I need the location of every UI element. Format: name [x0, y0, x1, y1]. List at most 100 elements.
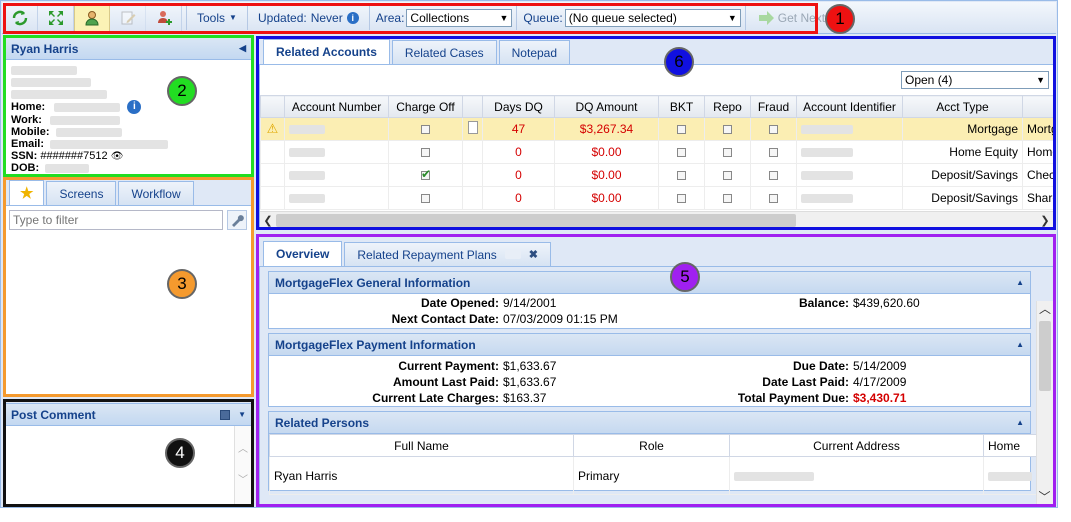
checkbox[interactable]	[723, 148, 732, 158]
collapse-icon[interactable]: ▲	[1016, 340, 1024, 349]
checkbox[interactable]	[677, 125, 686, 135]
area-select[interactable]: Collections ▼	[406, 8, 513, 27]
bkt-cell[interactable]	[658, 163, 705, 187]
wrench-icon[interactable]	[227, 210, 247, 230]
fraud-cell[interactable]	[750, 186, 797, 210]
scroll-up-icon[interactable]: ︿	[1037, 301, 1053, 317]
comment-textarea[interactable]	[5, 426, 233, 504]
column-header[interactable]: Days DQ	[482, 95, 555, 118]
collapse-left-icon[interactable]: ◀	[239, 43, 246, 54]
tab-workflow[interactable]: Workflow	[118, 181, 194, 205]
customer-button[interactable]	[74, 3, 110, 32]
status-filter-select[interactable]: Open (4) ▼	[901, 71, 1049, 89]
charge-off-cell[interactable]	[388, 186, 463, 210]
info-icon[interactable]: i	[346, 11, 359, 24]
add-contact-button[interactable]	[146, 3, 182, 32]
queue-select[interactable]: (No queue selected) ▼	[564, 8, 741, 27]
column-header[interactable]	[260, 95, 285, 118]
bkt-cell[interactable]	[658, 117, 705, 141]
repo-cell[interactable]	[704, 163, 751, 187]
scroll-down-icon[interactable]: ﹀	[235, 471, 251, 486]
tab-related-cases[interactable]: Related Cases	[391, 40, 497, 64]
payment-info-header[interactable]: MortgageFlex Payment Information ▲	[269, 334, 1030, 356]
tab-related-repayment-plans[interactable]: Related Repayment Plans ✖	[344, 242, 552, 266]
checkbox[interactable]	[769, 125, 778, 135]
get-next-button[interactable]: Get Next	[750, 10, 833, 25]
close-icon[interactable]: ✖	[529, 248, 538, 261]
charge-off-cell[interactable]	[388, 163, 463, 187]
checkbox[interactable]	[723, 171, 732, 181]
column-header[interactable]: Current Address	[729, 434, 984, 457]
repo-cell[interactable]	[704, 140, 751, 164]
column-header[interactable]	[1022, 95, 1053, 118]
scrollbar-thumb[interactable]	[1039, 321, 1051, 391]
repo-cell[interactable]	[704, 117, 751, 141]
checkbox-checked[interactable]	[421, 167, 431, 181]
expand-button[interactable]	[38, 3, 74, 32]
table-row[interactable]: 0 $0.00 Deposit/Savings Chec	[260, 163, 1053, 187]
checkbox[interactable]	[677, 171, 686, 181]
filter-input[interactable]	[9, 210, 223, 230]
column-header[interactable]: BKT	[658, 95, 705, 118]
scroll-right-icon[interactable]: ❯	[1037, 214, 1053, 227]
table-row[interactable]: Ryan Harris Primary	[269, 456, 1050, 495]
checkbox[interactable]	[421, 125, 430, 135]
related-persons-header[interactable]: Related Persons ▲	[269, 412, 1030, 434]
tab-related-accounts[interactable]: Related Accounts	[263, 39, 390, 64]
horizontal-scrollbar[interactable]: ❮ ❯	[260, 211, 1053, 228]
comment-scrollbar[interactable]: ︿ ﹀	[234, 426, 251, 505]
tab-screens[interactable]: Screens	[46, 181, 117, 205]
save-icon[interactable]	[220, 409, 231, 420]
scroll-up-icon[interactable]: ︿	[235, 440, 251, 455]
scrollbar-thumb[interactable]	[276, 213, 796, 227]
column-header[interactable]: DQ Amount	[554, 95, 659, 118]
eye-icon[interactable]: 👁	[111, 151, 124, 162]
checkbox[interactable]	[769, 194, 778, 204]
refresh-button[interactable]	[2, 3, 38, 32]
column-header[interactable]: Account Identifier	[796, 95, 903, 118]
column-header[interactable]: Repo	[704, 95, 751, 118]
collapse-icon[interactable]: ▲	[1016, 418, 1024, 427]
fraud-cell[interactable]	[750, 117, 797, 141]
bkt-cell[interactable]	[658, 140, 705, 164]
table-row[interactable]: 0 $0.00 Home Equity Home	[260, 140, 1053, 164]
column-header[interactable]: Charge Off	[388, 95, 463, 118]
column-header[interactable]: Role	[573, 434, 730, 457]
checkbox[interactable]	[677, 194, 686, 204]
tab-favorites[interactable]: ★	[9, 180, 45, 205]
scroll-down-icon[interactable]: ﹀	[1037, 488, 1052, 505]
column-header[interactable]	[462, 95, 483, 118]
charge-off-cell[interactable]	[388, 117, 463, 141]
checkbox[interactable]	[769, 148, 778, 158]
column-header[interactable]: Account Number	[284, 95, 389, 118]
checkbox[interactable]	[677, 148, 686, 158]
tools-menu[interactable]: Tools ▼	[191, 11, 243, 25]
table-row[interactable]: 0 $0.00 Deposit/Savings Share	[260, 186, 1053, 210]
chevron-down-icon[interactable]: ▼	[238, 410, 246, 419]
column-header[interactable]: Full Name	[269, 434, 574, 457]
column-header[interactable]: Acct Type	[902, 95, 1023, 118]
table-row[interactable]: ⚠ 47 $3,267.34 Mortgage Mortg	[260, 117, 1053, 141]
checkbox[interactable]	[421, 148, 430, 158]
date-opened-label: Date Opened:	[420, 296, 499, 310]
checkbox[interactable]	[769, 171, 778, 181]
document-icon[interactable]	[467, 121, 478, 134]
bkt-cell[interactable]	[658, 186, 705, 210]
column-header[interactable]: Fraud	[750, 95, 797, 118]
note-cell[interactable]	[462, 117, 483, 141]
tab-notepad[interactable]: Notepad	[498, 40, 571, 64]
detail-scrollbar[interactable]: ︿ ﹀	[1036, 301, 1053, 506]
edit-button[interactable]	[110, 3, 146, 32]
checkbox[interactable]	[421, 194, 430, 204]
info-icon[interactable]: i	[127, 100, 142, 115]
collapse-icon[interactable]: ▲	[1016, 278, 1024, 287]
checkbox[interactable]	[723, 125, 732, 135]
fraud-cell[interactable]	[750, 140, 797, 164]
scroll-left-icon[interactable]: ❮	[260, 214, 276, 227]
tab-overview[interactable]: Overview	[263, 241, 343, 266]
general-info-header[interactable]: MortgageFlex General Information ▲	[269, 272, 1030, 294]
checkbox[interactable]	[723, 194, 732, 204]
repo-cell[interactable]	[704, 186, 751, 210]
charge-off-cell[interactable]	[388, 140, 463, 164]
fraud-cell[interactable]	[750, 163, 797, 187]
